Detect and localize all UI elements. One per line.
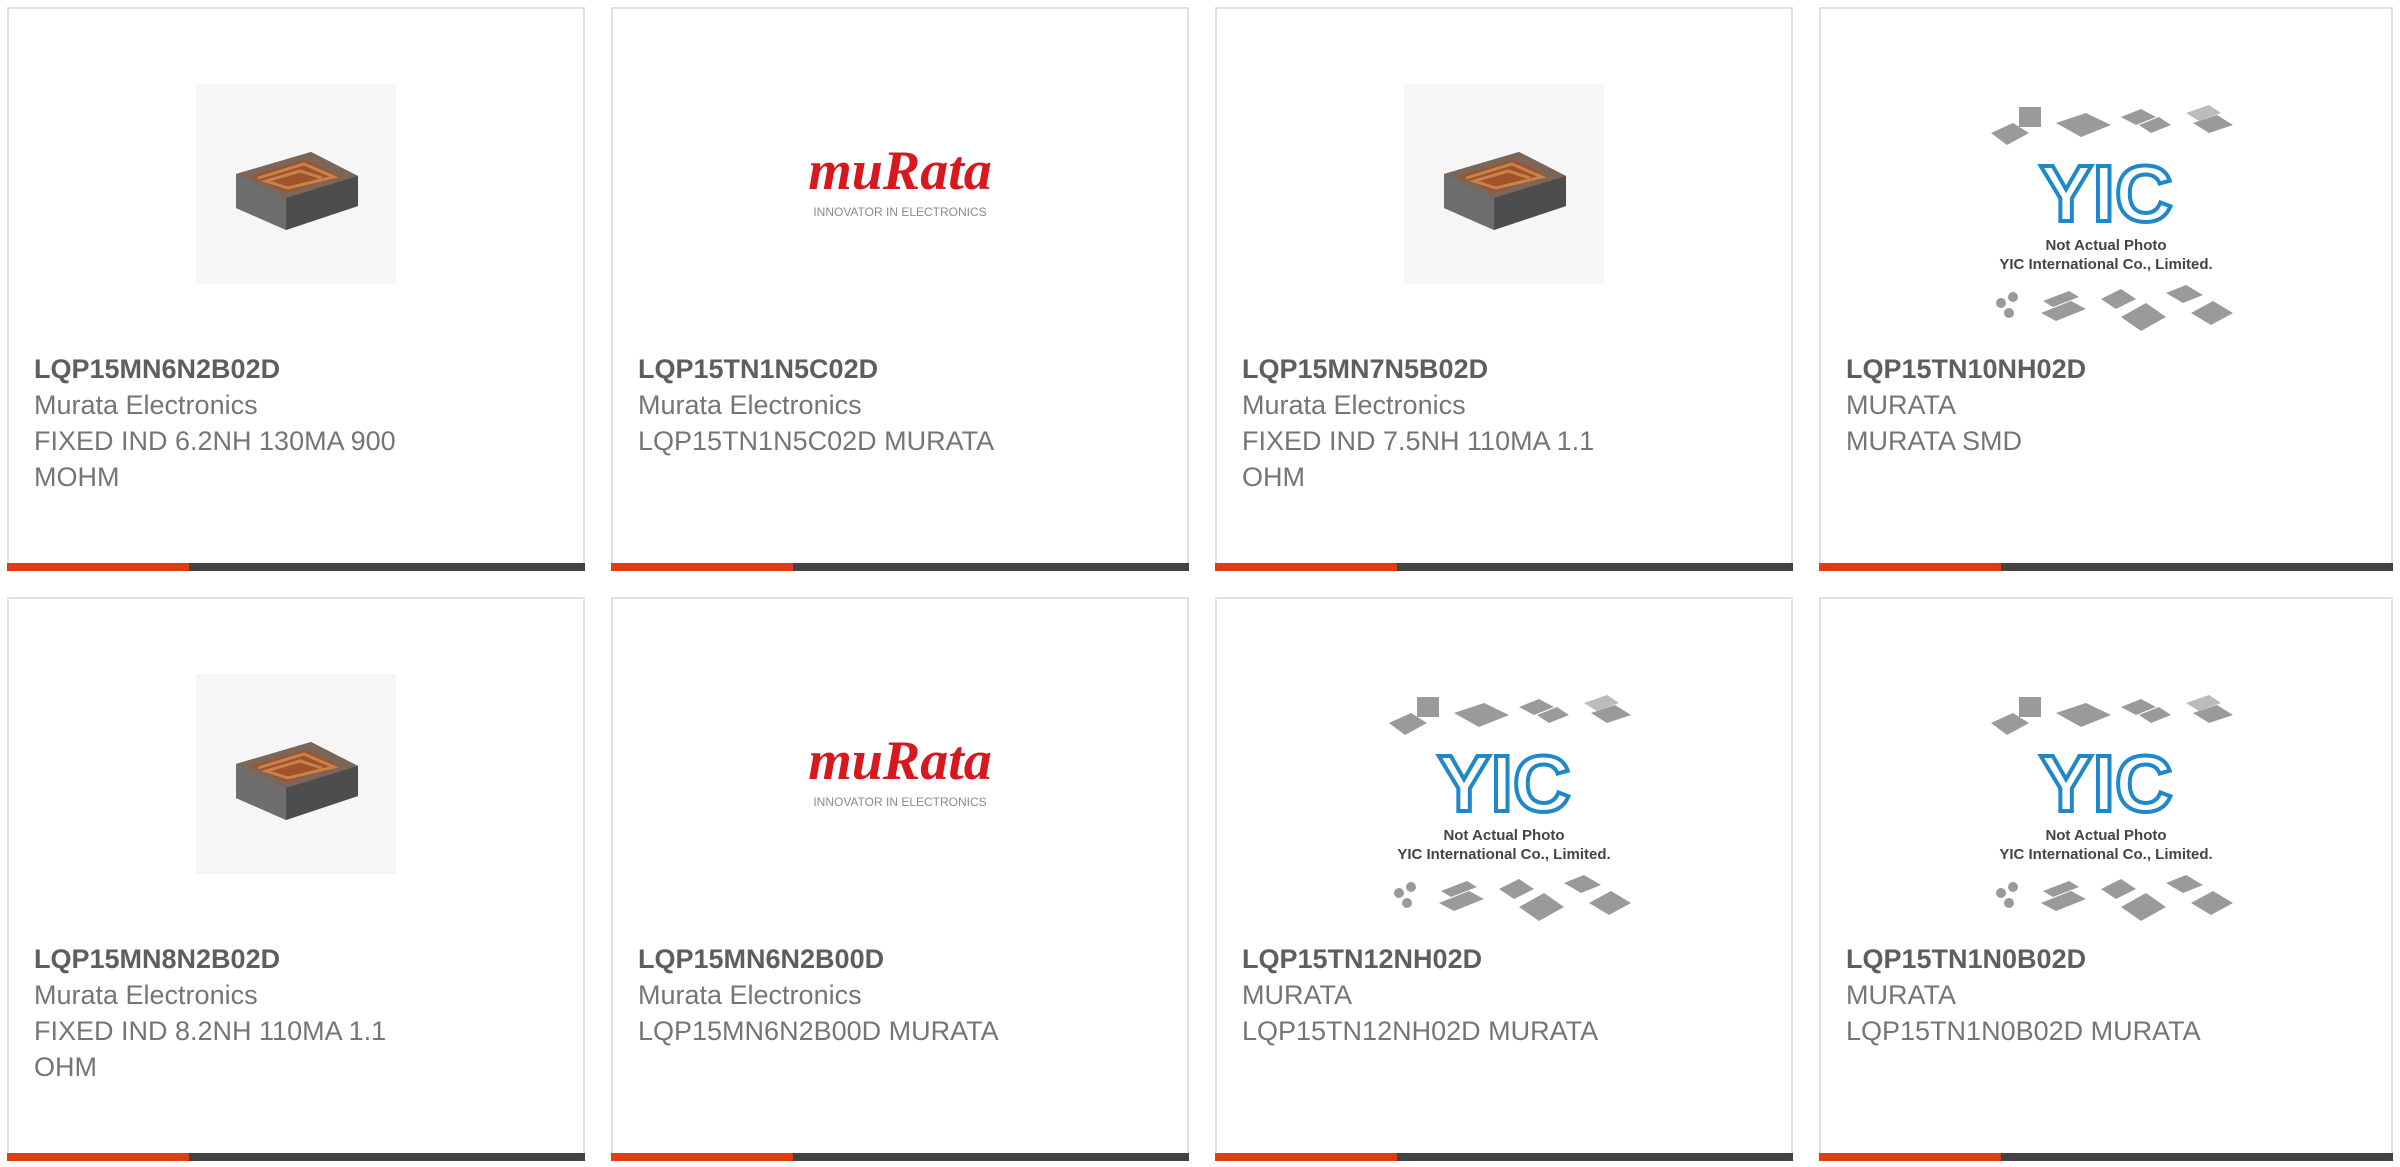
note-line-1: Not Actual Photo: [1443, 827, 1564, 844]
part-number[interactable]: LQP15MN8N2B02D: [34, 941, 454, 977]
manufacturer: Murata Electronics: [34, 980, 258, 1010]
yic-placeholder-icon: YIC Not Actual Photo YIC International C…: [1991, 105, 2233, 331]
yic-placeholder-icon: YIC Not Actual Photo YIC International C…: [1389, 695, 1631, 921]
description: LQP15TN1N5C02D MURATA: [638, 426, 995, 456]
logo-tagline: INNOVATOR IN ELECTRONICS: [813, 205, 986, 219]
description: LQP15TN12NH02D MURATA: [1242, 1016, 1599, 1046]
murata-logo-icon: muRata INNOVATOR IN ELECTRONICS: [808, 140, 992, 219]
part-number[interactable]: LQP15MN7N5B02D: [1242, 351, 1662, 387]
note-line-2: YIC International Co., Limited.: [1397, 846, 1610, 863]
card-bar-accent: [1819, 1153, 2001, 1161]
card-bar-accent: [1215, 1153, 1397, 1161]
card-bottom-bar: [1819, 563, 2393, 571]
note-line-2: YIC International Co., Limited.: [1999, 846, 2212, 863]
note-line-1: Not Actual Photo: [2045, 827, 2166, 844]
manufacturer: MURATA: [1846, 390, 1956, 420]
description: MURATA SMD: [1846, 426, 2023, 456]
card-bar-accent: [1215, 563, 1397, 571]
product-image[interactable]: [9, 73, 583, 295]
description: LQP15MN6N2B00D MURATA: [638, 1016, 999, 1046]
product-image[interactable]: [1217, 73, 1791, 295]
product-image[interactable]: YIC Not Actual Photo YIC International C…: [1821, 99, 2391, 347]
product-image[interactable]: YIC Not Actual Photo YIC International C…: [1217, 689, 1791, 937]
product-image[interactable]: YIC Not Actual Photo YIC International C…: [1821, 689, 2391, 937]
logo-text: YIC: [2039, 149, 2172, 238]
part-number[interactable]: LQP15MN6N2B02D: [34, 351, 454, 387]
product-image[interactable]: muRata INNOVATOR IN ELECTRONICS: [613, 663, 1187, 885]
manufacturer: Murata Electronics: [34, 390, 258, 420]
card-bar-accent: [1819, 563, 2001, 571]
part-number[interactable]: LQP15TN12NH02D: [1242, 941, 1662, 977]
logo-text: muRata: [808, 730, 992, 792]
part-number[interactable]: LQP15TN1N0B02D: [1846, 941, 2266, 977]
description: LQP15TN1N0B02D MURATA: [1846, 1016, 2201, 1046]
manufacturer: MURATA: [1242, 980, 1352, 1010]
manufacturer: Murata Electronics: [1242, 390, 1466, 420]
murata-logo-icon: muRata INNOVATOR IN ELECTRONICS: [808, 730, 992, 809]
product-card[interactable]: YIC Not Actual Photo YIC International C…: [1819, 7, 2393, 571]
note-line-1: Not Actual Photo: [2045, 237, 2166, 254]
card-bar-accent: [7, 563, 189, 571]
product-grid: LQP15MN6N2B02D Murata Electronics FIXED …: [0, 0, 2400, 1167]
product-card[interactable]: LQP15MN6N2B02D Murata Electronics FIXED …: [7, 7, 585, 571]
product-image[interactable]: muRata INNOVATOR IN ELECTRONICS: [613, 73, 1187, 295]
logo-tagline: INNOVATOR IN ELECTRONICS: [813, 795, 986, 809]
description: FIXED IND 6.2NH 130MA 900 MOHM: [34, 426, 396, 492]
product-card[interactable]: LQP15MN8N2B02D Murata Electronics FIXED …: [7, 597, 585, 1161]
manufacturer: Murata Electronics: [638, 390, 862, 420]
logo-text: YIC: [2039, 739, 2172, 828]
card-bottom-bar: [7, 1153, 585, 1161]
chip-inductor-photo-icon: [1404, 84, 1604, 284]
part-number[interactable]: LQP15TN10NH02D: [1846, 351, 2266, 387]
card-bottom-bar: [1819, 1153, 2393, 1161]
product-card[interactable]: YIC Not Actual Photo YIC International C…: [1819, 597, 2393, 1161]
card-bottom-bar: [1215, 563, 1793, 571]
yic-placeholder-icon: YIC Not Actual Photo YIC International C…: [1991, 695, 2233, 921]
product-card[interactable]: muRata INNOVATOR IN ELECTRONICS LQP15TN1…: [611, 7, 1189, 571]
card-bottom-bar: [1215, 1153, 1793, 1161]
logo-text: muRata: [808, 140, 992, 202]
logo-text: YIC: [1437, 739, 1570, 828]
chip-inductor-photo-icon: [196, 674, 396, 874]
manufacturer: MURATA: [1846, 980, 1956, 1010]
product-image[interactable]: [9, 663, 583, 885]
card-bottom-bar: [7, 563, 585, 571]
product-card[interactable]: muRata INNOVATOR IN ELECTRONICS LQP15MN6…: [611, 597, 1189, 1161]
chip-inductor-photo-icon: [196, 84, 396, 284]
description: FIXED IND 7.5NH 110MA 1.1 OHM: [1242, 426, 1595, 492]
product-card[interactable]: YIC Not Actual Photo YIC International C…: [1215, 597, 1793, 1161]
part-number[interactable]: LQP15TN1N5C02D: [638, 351, 1058, 387]
card-bottom-bar: [611, 563, 1189, 571]
card-bar-accent: [7, 1153, 189, 1161]
manufacturer: Murata Electronics: [638, 980, 862, 1010]
card-bar-accent: [611, 1153, 793, 1161]
note-line-2: YIC International Co., Limited.: [1999, 256, 2212, 273]
product-card[interactable]: LQP15MN7N5B02D Murata Electronics FIXED …: [1215, 7, 1793, 571]
card-bar-accent: [611, 563, 793, 571]
part-number[interactable]: LQP15MN6N2B00D: [638, 941, 1058, 977]
card-bottom-bar: [611, 1153, 1189, 1161]
description: FIXED IND 8.2NH 110MA 1.1 OHM: [34, 1016, 387, 1082]
